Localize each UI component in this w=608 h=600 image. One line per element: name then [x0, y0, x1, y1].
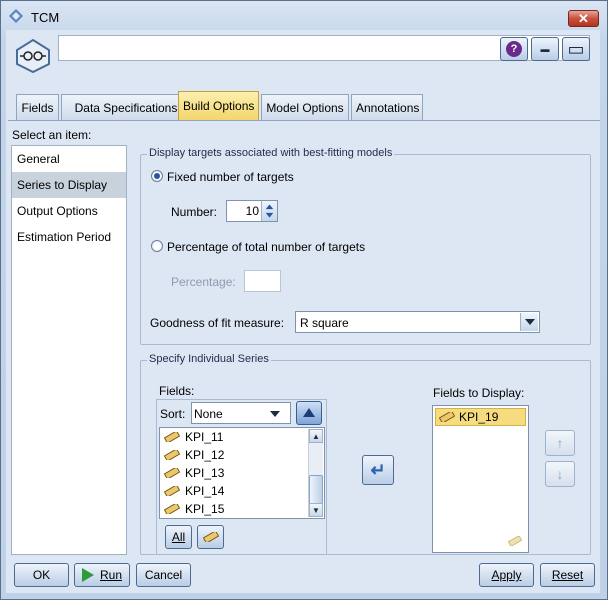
ruler-watermark-icon	[508, 536, 522, 546]
number-label: Number:	[171, 205, 218, 219]
field-label: KPI_15	[185, 502, 225, 516]
fields-to-display-list[interactable]: KPI_19	[432, 405, 529, 553]
chevron-down-icon[interactable]	[520, 313, 538, 331]
tab-panel-border	[8, 120, 600, 121]
display-targets-title: Display targets associated with best-fit…	[147, 147, 395, 159]
ruler-icon	[439, 412, 455, 422]
run-play-icon	[81, 568, 94, 582]
goodness-of-fit-value: R square	[300, 316, 349, 330]
scroll-up-icon[interactable]: ▲	[309, 429, 323, 443]
percentage-radio[interactable]	[151, 240, 163, 252]
select-all-label: All	[171, 530, 186, 544]
move-arrow-icon: ↵	[370, 459, 386, 480]
help-icon: ?	[506, 41, 522, 57]
sort-chevron-down-icon	[270, 411, 280, 417]
nav-item-output-options[interactable]: Output Options	[12, 198, 126, 224]
display-field-label: KPI_19	[459, 410, 499, 424]
move-down-button[interactable]: ↓	[545, 461, 575, 487]
field-label: KPI_11	[185, 430, 224, 444]
fixed-number-label: Fixed number of targets	[167, 170, 294, 184]
help-button[interactable]: ?	[500, 37, 528, 61]
display-field-item[interactable]: KPI_19	[435, 408, 526, 426]
move-field-button[interactable]: ↵	[362, 455, 394, 485]
field-item[interactable]: KPI_14	[160, 482, 324, 500]
sort-order-button[interactable]	[296, 401, 322, 425]
ruler-icon	[164, 432, 180, 442]
reset-label: Reset	[551, 568, 584, 582]
field-label: KPI_13	[185, 466, 225, 480]
nav-item-general[interactable]: General	[12, 146, 126, 172]
field-item[interactable]: KPI_11	[160, 428, 324, 446]
field-item[interactable]: KPI_13	[160, 464, 324, 482]
field-item[interactable]: KPI_15	[160, 500, 324, 518]
select-continuous-button[interactable]	[197, 525, 224, 549]
percentage-option-label: Percentage of total number of targets	[167, 240, 366, 254]
fixed-number-radio[interactable]	[151, 170, 163, 182]
fields-label: Fields:	[159, 384, 195, 398]
sort-label: Sort:	[160, 407, 186, 421]
item-list: General Series to Display Output Options…	[11, 145, 127, 555]
apply-label: Apply	[491, 568, 522, 582]
tab-model-options[interactable]: Model Options	[261, 94, 349, 120]
sort-select[interactable]: None	[191, 402, 291, 424]
sort-triangle-icon	[303, 408, 315, 417]
apply-button[interactable]: Apply	[479, 563, 534, 587]
goodness-of-fit-label: Goodness of fit measure:	[150, 316, 285, 330]
run-label: Run	[99, 568, 122, 582]
move-up-button[interactable]: ↑	[545, 430, 575, 456]
nav-item-estimation-period[interactable]: Estimation Period	[12, 224, 126, 250]
cancel-label: Cancel	[144, 568, 183, 582]
ok-label: OK	[32, 568, 51, 582]
ruler-icon	[164, 450, 180, 460]
ruler-icon	[202, 532, 219, 542]
percentage-label: Percentage:	[171, 275, 236, 289]
scroll-down-icon[interactable]: ▼	[309, 503, 323, 517]
maximize-icon: ▭	[567, 39, 585, 59]
tab-annotations[interactable]: Annotations	[351, 94, 423, 120]
tab-data-specifications[interactable]: Data Specifications	[61, 94, 191, 120]
individual-series-title: Specify Individual Series	[147, 353, 271, 365]
ruler-icon	[164, 468, 180, 478]
tab-fields[interactable]: Fields	[16, 94, 59, 120]
tcm-node-icon	[16, 38, 50, 74]
run-button[interactable]: Run	[74, 563, 130, 587]
maximize-button[interactable]: ▭	[562, 37, 590, 61]
select-all-button[interactable]: All	[165, 525, 192, 549]
field-item[interactable]: KPI_12	[160, 446, 324, 464]
reset-button[interactable]: Reset	[540, 563, 595, 587]
nav-item-series-to-display[interactable]: Series to Display	[12, 172, 126, 198]
ruler-icon	[164, 486, 180, 496]
minimize-button[interactable]: ▬	[531, 37, 559, 61]
close-button[interactable]: ✕	[568, 10, 599, 27]
cancel-button[interactable]: Cancel	[136, 563, 191, 587]
field-label: KPI_12	[185, 448, 225, 462]
arrow-down-icon: ↓	[556, 466, 564, 482]
number-value: 10	[245, 204, 259, 218]
goodness-of-fit-select[interactable]: R square	[295, 311, 540, 333]
field-label: KPI_14	[185, 484, 225, 498]
fields-to-display-label: Fields to Display:	[433, 386, 525, 400]
sort-value: None	[194, 407, 223, 421]
fields-list[interactable]: KPI_11 KPI_12 KPI_13 KPI_14 KPI_15 ▲ ▼	[159, 427, 325, 519]
arrow-up-icon: ↑	[556, 435, 564, 451]
fields-scrollbar[interactable]: ▲ ▼	[308, 429, 323, 517]
app-diamond-icon	[9, 9, 23, 23]
select-item-label: Select an item:	[12, 128, 92, 142]
window-title: TCM	[31, 10, 60, 25]
stepper-arrows-icon[interactable]	[261, 201, 277, 221]
percentage-input[interactable]	[244, 270, 281, 292]
ruler-icon	[164, 504, 180, 514]
tab-build-options[interactable]: Build Options	[178, 91, 259, 120]
ok-button[interactable]: OK	[14, 563, 69, 587]
title-bar: TCM ✕	[1, 1, 607, 31]
number-stepper[interactable]: 10	[226, 200, 278, 222]
minimize-icon: ▬	[540, 44, 550, 54]
